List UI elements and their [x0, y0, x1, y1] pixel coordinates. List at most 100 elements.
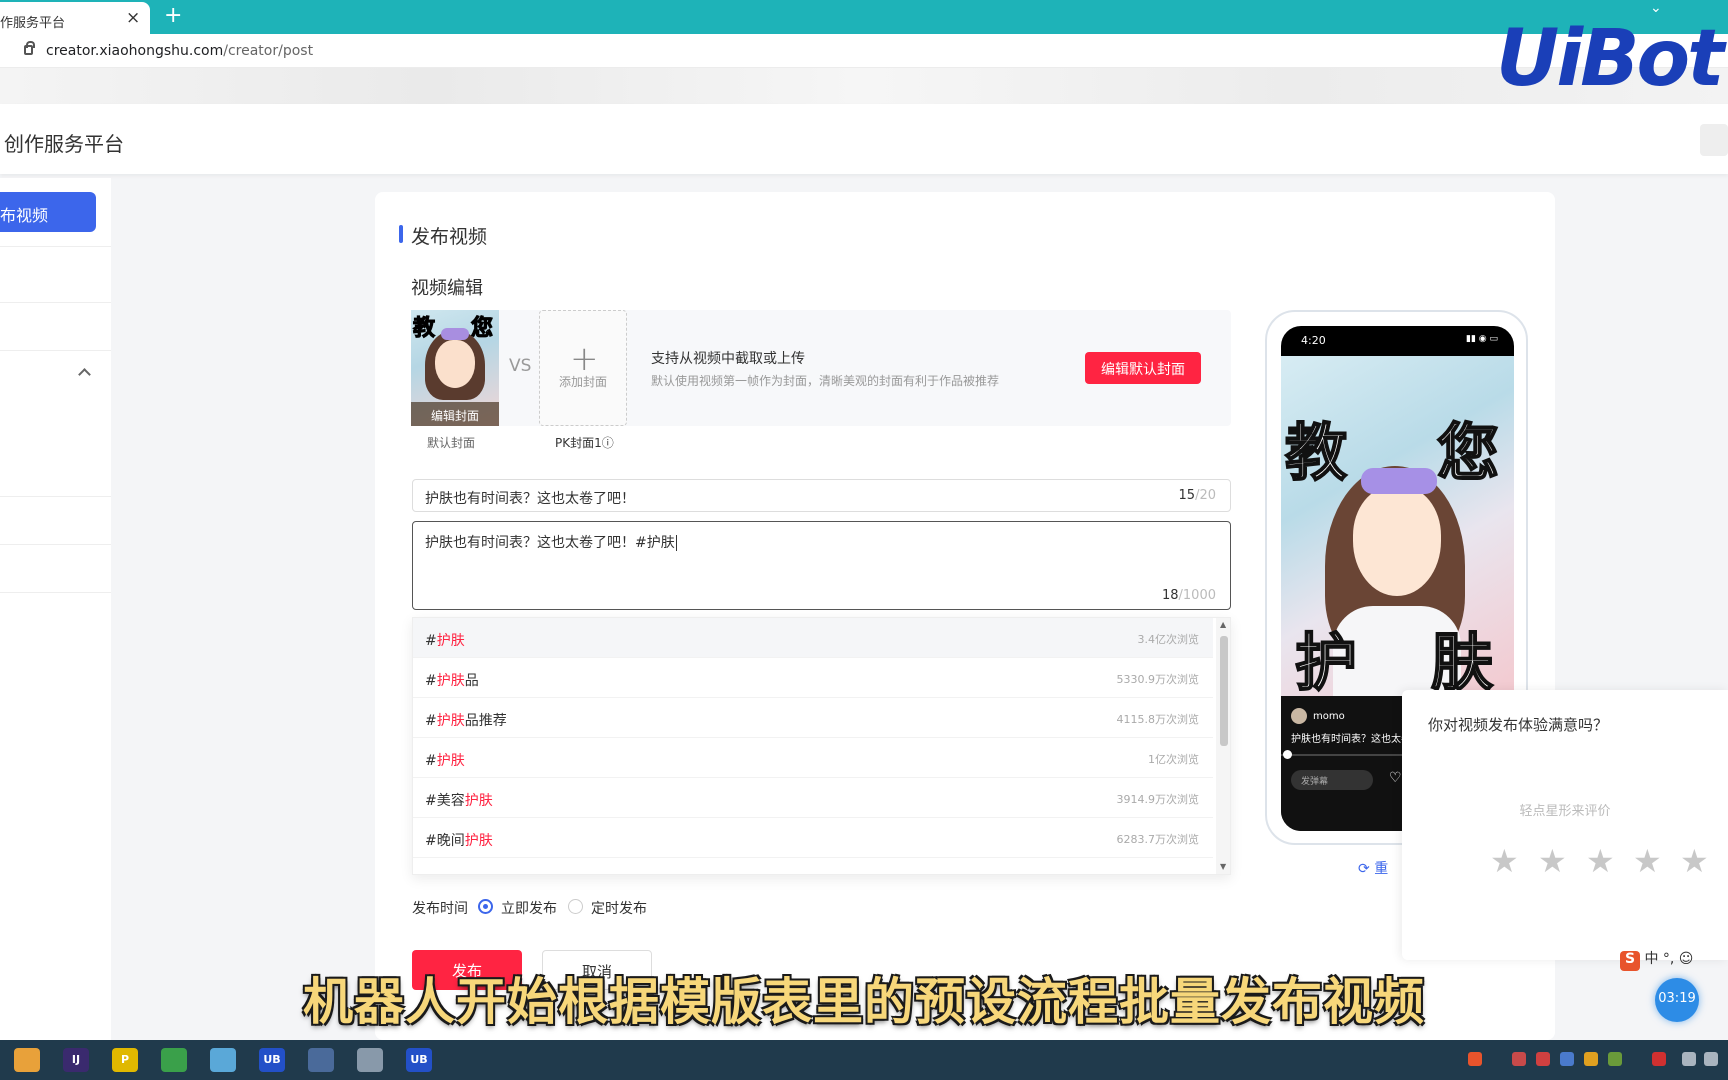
hashtag-highlight: 护肤 — [436, 753, 465, 769]
refresh-preview-button[interactable]: ⟳ 重 — [1358, 858, 1388, 878]
url-text[interactable]: creator.xiaohongshu.com/creator/post — [46, 43, 313, 59]
taskbar-app-icon[interactable] — [357, 1048, 383, 1072]
danmaku-input[interactable]: 发弹幕 — [1291, 770, 1373, 790]
description-textarea[interactable]: 护肤也有时间表？这也太卷了吧！#护肤 18/1000 — [412, 521, 1231, 610]
description-char-count: 18/1000 — [1161, 588, 1216, 603]
hashtag-suggestion-item[interactable]: #美容护肤 3914.9万次浏览 — [413, 778, 1213, 818]
default-cover-caption: 默认封面 — [427, 436, 476, 450]
preview-username: momo — [1291, 708, 1345, 724]
radio-publish-now-label[interactable]: 立即发布 — [501, 898, 557, 918]
hashtag-view-count: 6283.7万次浏览 — [1116, 833, 1200, 846]
platform-header: 创作服务平台 — [0, 104, 1728, 174]
hashtag-suggestion-item[interactable]: #护肤品推荐 4115.8万次浏览 — [413, 698, 1213, 738]
pk-cover-caption: PK封面1ⓘ — [555, 436, 614, 450]
survey-question: 你对视频发布体验满意吗？ — [1428, 716, 1609, 734]
tray-icon[interactable] — [1512, 1052, 1526, 1066]
cover-info-title: 支持从视频中截取或上传 — [651, 351, 805, 367]
radio-publish-now[interactable] — [478, 899, 493, 914]
star-icon[interactable]: ★ — [1633, 842, 1662, 880]
tray-icon[interactable] — [1704, 1052, 1718, 1066]
video-text: 肤 — [1430, 625, 1494, 696]
title-char-count: 15/20 — [1178, 488, 1216, 503]
browser-tab-bar: 作服务平台 × + ⌄ — [0, 0, 1728, 34]
tray-icon[interactable] — [1608, 1052, 1622, 1066]
edit-cover-button[interactable]: 编辑封面 — [411, 402, 499, 426]
sidebar-item-publish-video[interactable]: 布视频 — [0, 192, 96, 232]
scroll-down-icon[interactable]: ▼ — [1220, 862, 1226, 871]
sidebar-divider — [0, 350, 111, 351]
text-cursor — [675, 535, 677, 551]
tray-icon[interactable] — [1584, 1052, 1598, 1066]
hashtag-suggestion-item[interactable]: #护肤品 5330.9万次浏览 — [413, 658, 1213, 698]
add-cover-button[interactable]: + 添加封面 — [539, 310, 627, 426]
avatar[interactable] — [1700, 124, 1728, 156]
cover-info-subtitle: 默认使用视频第一帧作为封面，清晰美观的封面有利于作品被推荐 — [651, 374, 1000, 388]
hashtag-view-count: 3.4亿次浏览 — [1137, 633, 1200, 646]
video-text: 教 — [1284, 415, 1348, 490]
signal-icon: ▮▮ ◉ ▭ — [1466, 334, 1498, 344]
tray-icon[interactable] — [1536, 1052, 1550, 1066]
hashtag-highlight: 护肤 — [464, 833, 493, 849]
platform-title: 创作服务平台 — [4, 132, 124, 156]
satisfaction-survey: 你对视频发布体验满意吗？ 轻点星形来评价 ★ ★ ★ ★ ★ — [1402, 690, 1728, 960]
progress-handle[interactable] — [1283, 750, 1292, 759]
video-text: 您 — [1436, 415, 1500, 490]
hashtag-suggestion-list: ▲ ▼ #护肤 3.4亿次浏览 #护肤品 5330.9万次浏览 #护肤品推荐 4115.8… — [412, 617, 1231, 875]
scrollbar-thumb[interactable] — [1220, 636, 1228, 746]
section-title: 视频编辑 — [411, 278, 483, 299]
taskbar-app-icon[interactable]: IJ — [63, 1048, 89, 1072]
hashtag-prefix: # — [425, 673, 437, 689]
tray-icon[interactable] — [1468, 1052, 1482, 1066]
hashtag-suffix: 品 — [464, 673, 479, 689]
publish-time-label: 发布时间 — [412, 901, 468, 917]
heart-icon[interactable]: ♡ — [1389, 770, 1402, 786]
sidebar: 布视频 — [0, 178, 111, 1040]
video-text: 护 — [1294, 625, 1358, 696]
taskbar-app-icon[interactable] — [308, 1048, 334, 1072]
star-icon[interactable]: ★ — [1490, 842, 1519, 880]
hashtag-view-count: 1亿次浏览 — [1148, 753, 1199, 766]
tray-icon[interactable] — [1560, 1052, 1574, 1066]
star-icon[interactable]: ★ — [1586, 842, 1615, 880]
windows-taskbar: IJ P UB UB — [0, 1040, 1728, 1080]
hashtag-suggestion-item[interactable]: #晚间护肤 6283.7万次浏览 — [413, 818, 1213, 858]
tab-close-icon[interactable]: × — [126, 8, 140, 28]
hashtag-view-count: 5330.9万次浏览 — [1116, 673, 1200, 686]
taskbar-app-icon[interactable] — [210, 1048, 236, 1072]
hashtag-prefix: # — [425, 633, 437, 649]
hashtag-view-count: 3914.9万次浏览 — [1116, 793, 1200, 806]
tray-icon[interactable] — [1652, 1052, 1666, 1066]
new-tab-icon[interactable]: + — [164, 3, 182, 28]
address-bar[interactable]: creator.xiaohongshu.com/creator/post — [0, 34, 1728, 68]
hashtag-suggestion-item[interactable]: #护肤 3.4亿次浏览 — [413, 618, 1213, 658]
hashtag-prefix: # — [425, 713, 437, 729]
video-frame[interactable]: 教 您 护 肤 — [1281, 356, 1514, 696]
taskbar-app-icon[interactable] — [161, 1048, 187, 1072]
scroll-up-icon[interactable]: ▲ — [1220, 620, 1226, 629]
browser-tab[interactable]: 作服务平台 × — [0, 2, 150, 34]
tray-icon[interactable] — [1682, 1052, 1696, 1066]
taskbar-app-icon[interactable]: P — [112, 1048, 138, 1072]
sidebar-divider — [0, 246, 111, 247]
taskbar-app-icon[interactable]: UB — [406, 1048, 432, 1072]
default-cover-thumbnail[interactable]: 教 您 编辑封面 — [411, 310, 499, 426]
radio-scheduled[interactable] — [568, 899, 583, 914]
add-cover-label: 添加封面 — [558, 375, 607, 389]
preview-caption: 护肤也有时间表？这也太卷 — [1291, 734, 1411, 745]
radio-scheduled-label[interactable]: 定时发布 — [591, 898, 647, 918]
star-icon[interactable]: ★ — [1538, 842, 1567, 880]
hashtag-highlight: 护肤 — [436, 633, 465, 649]
edit-default-cover-button[interactable]: 编辑默认封面 — [1085, 352, 1201, 384]
star-icon[interactable]: ★ — [1680, 842, 1709, 880]
taskbar-app-icon[interactable]: UB — [259, 1048, 285, 1072]
hashtag-suggestion-item[interactable]: #护肤 1亿次浏览 — [413, 738, 1213, 778]
page-title: 发布视频 — [411, 226, 488, 248]
title-input[interactable]: 护肤也有时间表？这也太卷了吧！ 15/20 — [412, 479, 1231, 512]
taskbar-app-icon[interactable] — [14, 1048, 40, 1072]
chevron-up-icon[interactable] — [78, 368, 91, 381]
hashtag-prefix: #晚间 — [425, 833, 465, 849]
sidebar-divider — [0, 592, 111, 593]
dropdown-scrollbar[interactable]: ▲ ▼ — [1216, 618, 1230, 874]
phone-time: 4:20 — [1301, 334, 1326, 347]
hashtag-prefix: # — [425, 753, 437, 769]
